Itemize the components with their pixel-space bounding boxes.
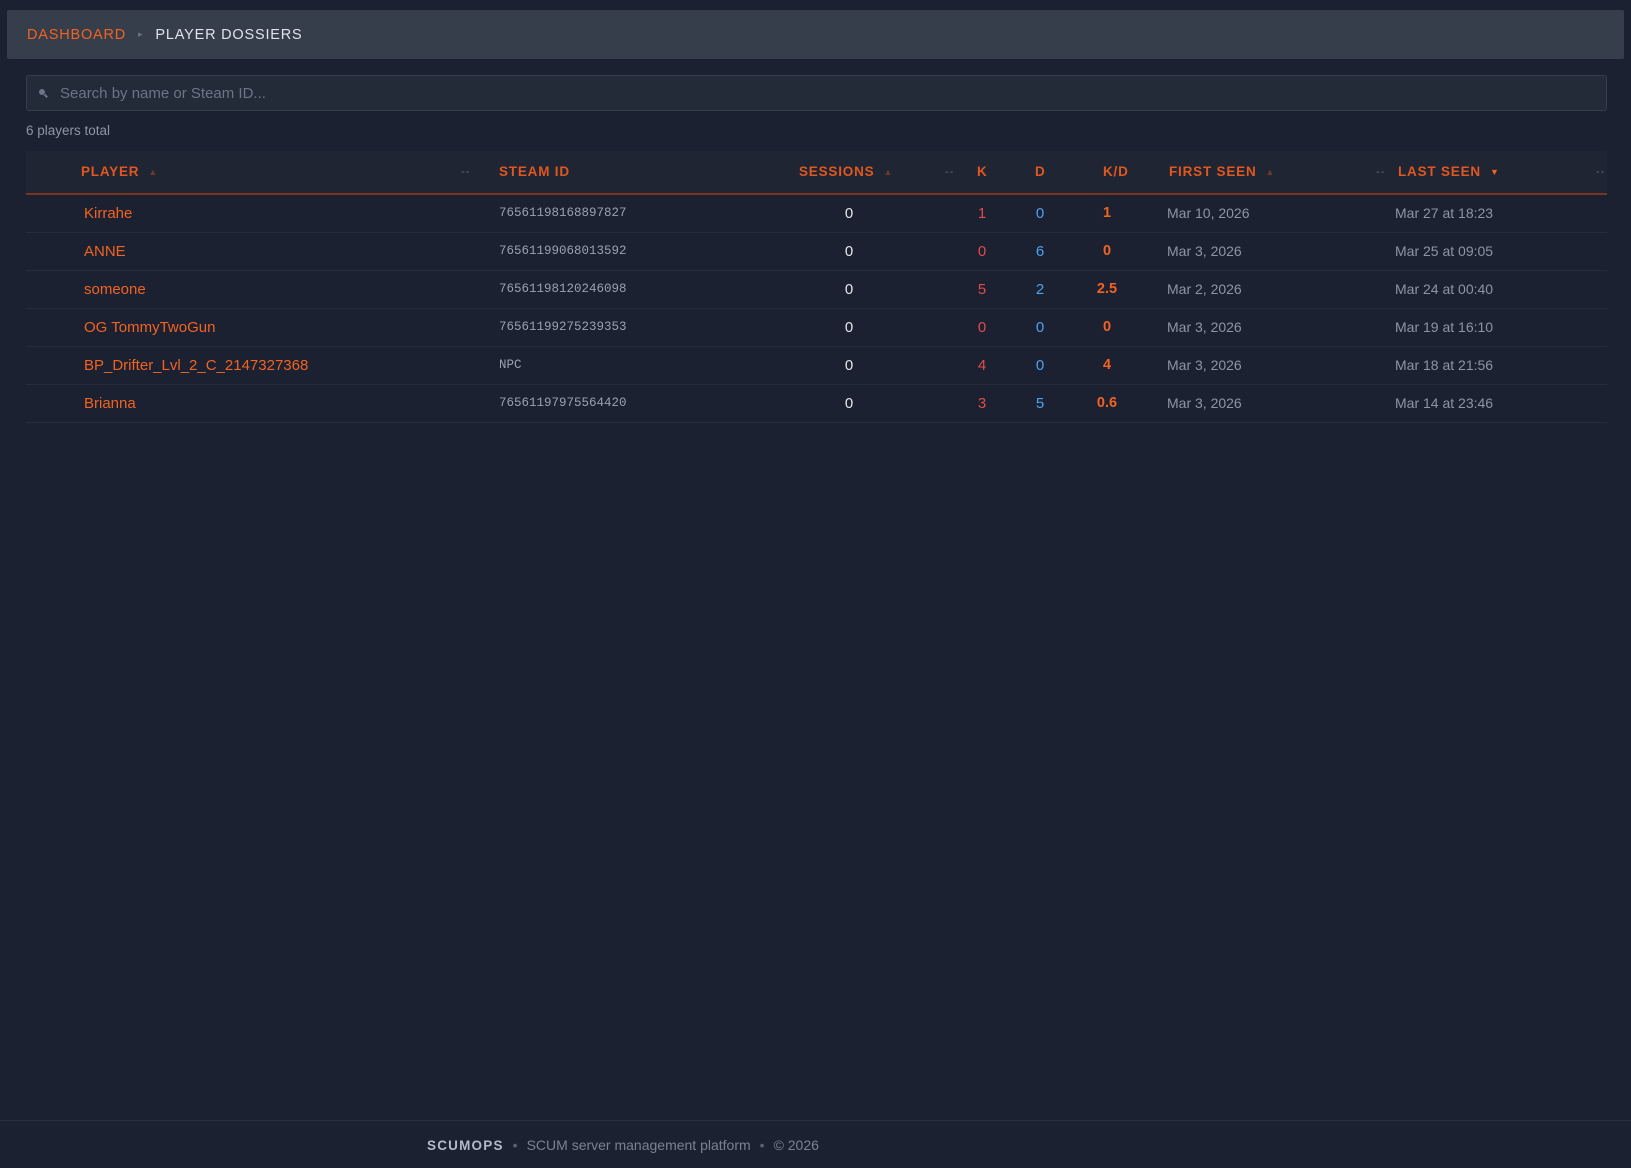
breadcrumb-separator-icon: ▸ [138, 29, 144, 39]
kd-ratio: 1 [1102, 205, 1112, 221]
sessions-count: 0 [844, 319, 854, 336]
column-header-steam-id: STEAM ID [499, 164, 570, 179]
breadcrumb-dashboard-link[interactable]: DASHBOARD [27, 27, 126, 43]
last-seen: Mar 27 at 18:23 [1395, 205, 1494, 221]
kd-ratio: 0 [1102, 319, 1112, 335]
deaths-count: 0 [1035, 357, 1045, 374]
deaths-count: 0 [1035, 205, 1045, 222]
breadcrumb-bar: DASHBOARD ▸ PLAYER DOSSIERS [7, 10, 1624, 59]
column-header-d: D [1035, 164, 1046, 179]
kills-count: 0 [977, 319, 987, 336]
steam-id: 76561198168897827 [499, 206, 627, 220]
sort-desc-icon: ▼ [1489, 167, 1500, 177]
column-header-player[interactable]: PLAYER ▲ [81, 151, 158, 193]
last-seen: Mar 24 at 00:40 [1395, 281, 1494, 297]
column-header-first-seen[interactable]: FIRST SEEN ▲ [1169, 151, 1275, 193]
player-count: 6 players total [26, 123, 111, 138]
kills-count: 0 [977, 243, 987, 260]
footer: SCUMOPS • SCUM server management platform •… [0, 1120, 1631, 1168]
kills-count: 4 [977, 357, 987, 374]
kills-count: 1 [977, 205, 987, 222]
last-seen: Mar 14 at 23:46 [1395, 395, 1494, 411]
player-name-link[interactable]: BP_Drifter_Lvl_2_C_2147327368 [84, 347, 308, 384]
last-seen: Mar 25 at 09:05 [1395, 243, 1494, 259]
column-resize-handle[interactable]: -- [1596, 151, 1605, 193]
kd-ratio: 2.5 [1096, 281, 1118, 297]
column-resize-handle[interactable]: -- [945, 151, 954, 193]
table-row[interactable]: someone 76561198120246098 0 5 2 2.5 Mar … [26, 271, 1607, 309]
kd-ratio: 4 [1102, 357, 1112, 373]
column-resize-handle[interactable]: -- [461, 151, 470, 193]
sessions-count: 0 [844, 205, 854, 222]
steam-id: 76561198120246098 [499, 282, 627, 296]
search-input[interactable] [60, 84, 1560, 102]
column-header-kd: K/D [1103, 164, 1129, 179]
search-box[interactable] [26, 75, 1607, 111]
footer-tagline: SCUM server management platform [526, 1137, 751, 1153]
footer-separator: • [759, 1137, 765, 1153]
table-row[interactable]: ANNE 76561199068013592 0 0 6 0 Mar 3, 20… [26, 233, 1607, 271]
sort-asc-icon: ▲ [148, 167, 159, 177]
sessions-count: 0 [844, 281, 854, 298]
deaths-count: 6 [1035, 243, 1045, 260]
steam-id: 76561197975564420 [499, 396, 627, 410]
deaths-count: 0 [1035, 319, 1045, 336]
footer-separator: • [512, 1137, 518, 1153]
kd-ratio: 0 [1102, 243, 1112, 259]
first-seen: Mar 3, 2026 [1167, 243, 1242, 259]
player-name-link[interactable]: someone [84, 271, 146, 308]
last-seen: Mar 19 at 16:10 [1395, 319, 1494, 335]
first-seen: Mar 2, 2026 [1167, 281, 1242, 297]
column-resize-handle[interactable]: -- [1376, 151, 1385, 193]
column-header-k: K [977, 164, 988, 179]
last-seen: Mar 18 at 21:56 [1395, 357, 1494, 373]
footer-copyright: © 2026 [773, 1137, 819, 1153]
kills-count: 5 [977, 281, 987, 298]
footer-content: SCUMOPS • SCUM server management platform •… [427, 1137, 819, 1153]
table-row[interactable]: BP_Drifter_Lvl_2_C_2147327368 NPC 0 4 0 … [26, 347, 1607, 385]
kills-count: 3 [977, 395, 987, 412]
breadcrumb-current: PLAYER DOSSIERS [155, 26, 303, 43]
table-header: PLAYER ▲ -- STEAM ID SESSIONS ▲ -- K D K/D… [26, 151, 1607, 195]
column-header-last-seen[interactable]: LAST SEEN ▼ [1398, 151, 1500, 193]
first-seen: Mar 3, 2026 [1167, 395, 1242, 411]
player-name-link[interactable]: Brianna [84, 385, 136, 422]
player-name-link[interactable]: OG TommyTwoGun [84, 309, 215, 346]
sessions-count: 0 [844, 357, 854, 374]
sort-asc-icon: ▲ [883, 167, 894, 177]
deaths-count: 2 [1035, 281, 1045, 298]
column-header-sessions[interactable]: SESSIONS ▲ [799, 151, 893, 193]
footer-brand: SCUMOPS [427, 1138, 504, 1153]
first-seen: Mar 3, 2026 [1167, 319, 1242, 335]
kd-ratio: 0.6 [1096, 395, 1118, 411]
sort-asc-icon: ▲ [1265, 167, 1276, 177]
table-row[interactable]: Brianna 76561197975564420 0 3 5 0.6 Mar … [26, 385, 1607, 423]
steam-id: 76561199068013592 [499, 244, 627, 258]
first-seen: Mar 3, 2026 [1167, 357, 1242, 373]
table-row[interactable]: Kirrahe 76561198168897827 0 1 0 1 Mar 10… [26, 195, 1607, 233]
sessions-count: 0 [844, 243, 854, 260]
steam-id: NPC [499, 358, 522, 372]
deaths-count: 5 [1035, 395, 1045, 412]
player-name-link[interactable]: ANNE [84, 233, 126, 270]
steam-id: 76561199275239353 [499, 320, 627, 334]
players-table: PLAYER ▲ -- STEAM ID SESSIONS ▲ -- K D K/D… [26, 151, 1607, 423]
player-name-link[interactable]: Kirrahe [84, 195, 132, 232]
first-seen: Mar 10, 2026 [1167, 205, 1250, 221]
sessions-count: 0 [844, 395, 854, 412]
table-row[interactable]: OG TommyTwoGun 76561199275239353 0 0 0 0… [26, 309, 1607, 347]
search-icon [39, 88, 48, 98]
